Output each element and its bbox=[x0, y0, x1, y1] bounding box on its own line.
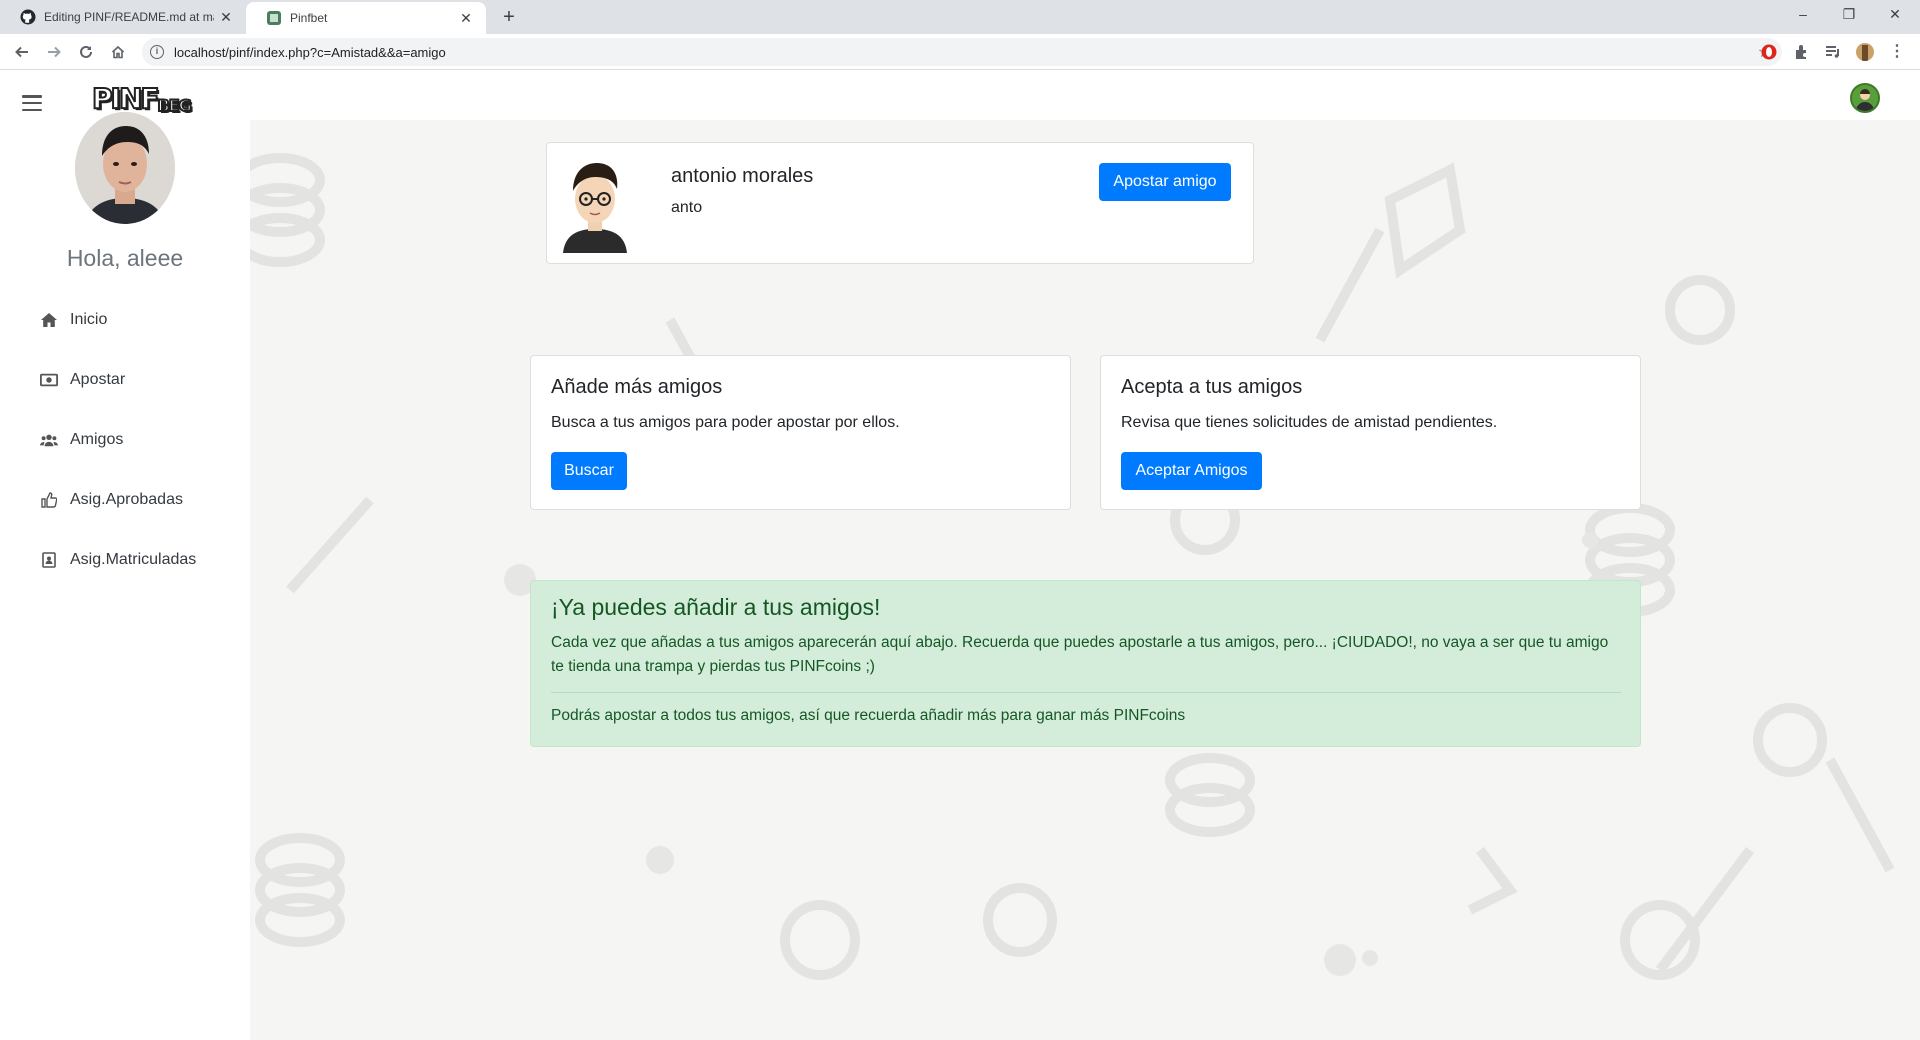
pinfbet-icon bbox=[266, 10, 282, 26]
card-text: Revisa que tienes solicitudes de amistad… bbox=[1121, 414, 1498, 431]
menu-toggle-icon[interactable] bbox=[22, 95, 42, 111]
address-book-icon bbox=[40, 551, 58, 569]
close-tab-icon[interactable]: ✕ bbox=[214, 9, 238, 26]
app-logo[interactable]: PINFBEG bbox=[91, 81, 193, 116]
bet-friend-button[interactable]: Apostar amigo bbox=[1099, 163, 1231, 201]
info-alert: ¡Ya puedes añadir a tus amigos! Cada vez… bbox=[530, 580, 1641, 747]
app-topbar: PINFBEG bbox=[0, 70, 1920, 120]
extensions-icon[interactable] bbox=[1792, 43, 1810, 61]
browser-tabstrip: Editing PINF/README.md at mas ✕ Pinfbet … bbox=[0, 0, 1920, 34]
tab-title: Editing PINF/README.md at mas bbox=[44, 10, 214, 24]
tab-title: Pinfbet bbox=[290, 11, 328, 25]
users-icon bbox=[40, 431, 58, 449]
browser-toolbar: i localhost/pinf/index.php?c=Amistad&&a=… bbox=[0, 34, 1920, 70]
back-icon[interactable] bbox=[10, 40, 34, 64]
more-menu-icon[interactable]: ⋮ bbox=[1888, 43, 1906, 61]
main-content: antonio morales anto Apostar amigo Añade… bbox=[250, 120, 1920, 1040]
home-button-icon[interactable] bbox=[106, 40, 130, 64]
browser-tab-github[interactable]: Editing PINF/README.md at mas ✕ bbox=[0, 0, 246, 34]
alert-heading: ¡Ya puedes añadir a tus amigos! bbox=[551, 594, 881, 620]
user-avatar-icon[interactable] bbox=[1850, 83, 1880, 113]
browser-tab-pinfbet[interactable]: Pinfbet ✕ bbox=[246, 2, 486, 34]
github-icon bbox=[20, 9, 36, 25]
minimize-icon[interactable]: – bbox=[1780, 0, 1826, 30]
media-control-icon[interactable] bbox=[1824, 43, 1842, 61]
forward-icon[interactable] bbox=[42, 40, 66, 64]
friend-name: antonio morales bbox=[671, 165, 814, 187]
restore-icon[interactable]: ❐ bbox=[1826, 0, 1872, 30]
alert-paragraph: Cada vez que añadas a tus amigos aparece… bbox=[551, 634, 1609, 675]
app-root: PINFBEG Hola, aleee Inicio Apostar Amigo… bbox=[0, 70, 1920, 1040]
sidebar-item-label: Asig.Matriculadas bbox=[70, 551, 197, 568]
site-info-icon[interactable]: i bbox=[150, 45, 164, 59]
add-friends-card: Añade más amigos Busca a tus amigos para… bbox=[530, 355, 1071, 510]
profile-avatar-icon[interactable] bbox=[1856, 43, 1874, 61]
close-tab-icon[interactable]: ✕ bbox=[454, 10, 478, 27]
sidebar-item-label: Asig.Aprobadas bbox=[70, 491, 183, 508]
alert-divider bbox=[551, 692, 1621, 693]
sidebar-item-label: Amigos bbox=[70, 431, 124, 448]
new-tab-button[interactable]: + bbox=[496, 4, 522, 30]
logo-sub-text: BEG bbox=[156, 95, 192, 116]
sidebar-item-label: Apostar bbox=[70, 371, 126, 388]
close-window-icon[interactable]: ✕ bbox=[1872, 0, 1918, 30]
logo-text: PINF bbox=[91, 81, 160, 116]
sidebar-item-asig-matriculadas[interactable]: Asig.Matriculadas bbox=[0, 530, 250, 590]
sidebar-item-label: Inicio bbox=[70, 311, 108, 328]
friend-card: antonio morales anto Apostar amigo bbox=[546, 142, 1254, 264]
reload-icon[interactable] bbox=[74, 40, 98, 64]
thumbs-up-icon bbox=[40, 491, 58, 509]
card-title: Acepta a tus amigos bbox=[1121, 376, 1303, 398]
address-bar[interactable]: i localhost/pinf/index.php?c=Amistad&&a=… bbox=[142, 38, 1782, 66]
sidebar-item-amigos[interactable]: Amigos bbox=[0, 410, 250, 470]
friend-avatar bbox=[559, 155, 631, 253]
greeting-text: Hola, aleee bbox=[66, 245, 184, 271]
accept-friends-button[interactable]: Aceptar Amigos bbox=[1121, 452, 1262, 490]
sidebar-menu: Inicio Apostar Amigos Asig.Aprobadas Asi… bbox=[0, 290, 250, 590]
opera-icon[interactable] bbox=[1760, 43, 1778, 61]
sidebar-item-inicio[interactable]: Inicio bbox=[0, 290, 250, 350]
sidebar-item-asig-aprobadas[interactable]: Asig.Aprobadas bbox=[0, 470, 250, 530]
home-icon bbox=[40, 311, 58, 329]
money-bill-icon bbox=[40, 371, 58, 389]
card-text: Busca a tus amigos para poder apostar po… bbox=[551, 414, 900, 431]
card-title: Añade más amigos bbox=[551, 376, 723, 398]
search-friends-button[interactable]: Buscar bbox=[551, 452, 627, 490]
url-text: localhost/pinf/index.php?c=Amistad&&a=am… bbox=[174, 45, 446, 60]
friend-username: anto bbox=[671, 199, 703, 216]
alert-footer: Podrás apostar a todos tus amigos, así q… bbox=[551, 707, 1186, 724]
sidebar-item-apostar[interactable]: Apostar bbox=[0, 350, 250, 410]
sidebar: Hola, aleee Inicio Apostar Amigos Asig.A… bbox=[0, 112, 250, 1040]
profile-photo bbox=[75, 112, 175, 224]
accept-friends-card: Acepta a tus amigos Revisa que tienes so… bbox=[1100, 355, 1641, 510]
